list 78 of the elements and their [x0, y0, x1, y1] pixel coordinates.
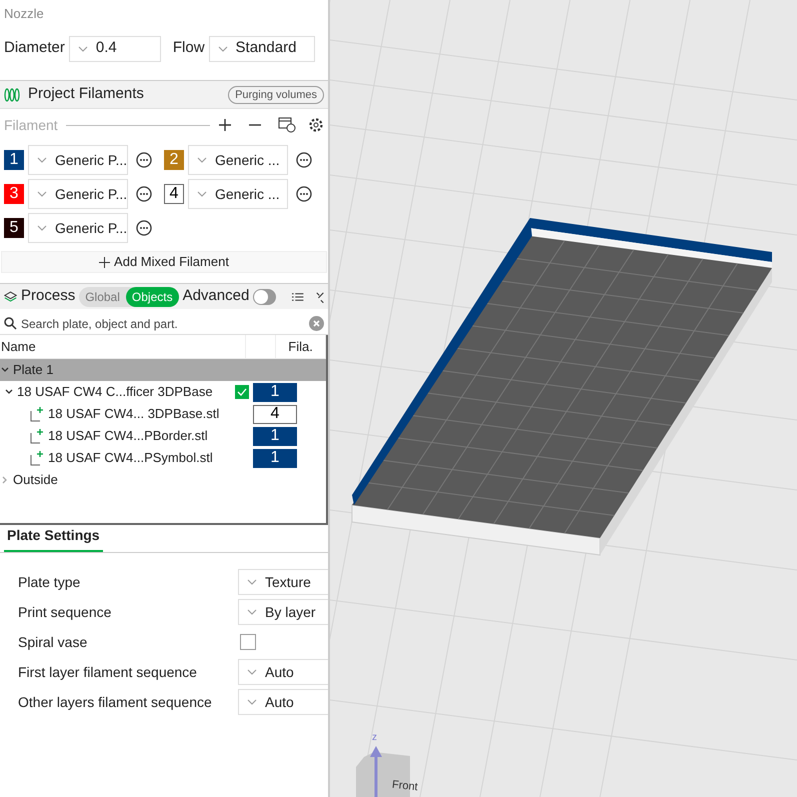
filament-preset-select[interactable]: Generic ... — [188, 145, 288, 175]
filament-swatch[interactable]: 1 — [253, 426, 297, 446]
chevron-down-icon — [247, 699, 257, 705]
field-label: Diameter — [4, 38, 65, 58]
more-icon[interactable] — [296, 186, 312, 202]
caret-icon[interactable] — [1, 366, 9, 374]
filament-swatch[interactable]: 1 — [253, 382, 297, 402]
filament-swatch[interactable]: 1 — [4, 150, 24, 170]
settings-icon[interactable] — [308, 117, 324, 133]
setting-checkbox[interactable] — [240, 634, 256, 650]
filament-preset-select[interactable]: Generic P... — [28, 179, 128, 209]
filament-swatch[interactable]: 2 — [164, 150, 184, 170]
clear-icon[interactable] — [309, 316, 324, 331]
filament-preset-select[interactable]: Generic P... — [28, 213, 128, 243]
more-icon[interactable] — [136, 220, 152, 236]
filament-swatch[interactable]: 1 — [253, 448, 297, 468]
list-icon[interactable] — [292, 290, 304, 302]
filament-preset-select[interactable]: Generic ... — [188, 179, 288, 209]
chevron-down-icon — [247, 669, 257, 675]
tree-item-label[interactable]: 18 USAF CW4...PSymbol.stl — [48, 448, 213, 468]
setting-select[interactable]: Auto — [238, 689, 328, 715]
search-field[interactable]: Search plate, object and part. — [21, 314, 305, 332]
purging-volumes-button[interactable]: Purging volumes — [228, 86, 324, 104]
tree-row[interactable]: Outside — [0, 469, 326, 491]
column-header[interactable]: Fila. — [276, 335, 326, 358]
tree-item-label[interactable]: 18 USAF CW4 C...fficer 3DPBase — [17, 382, 213, 402]
visibility-checkbox[interactable] — [234, 385, 248, 399]
layers-icon — [4, 290, 18, 304]
add-mixed-filament-button[interactable]: Add Mixed Filament — [1, 251, 327, 273]
caret-icon[interactable] — [5, 388, 13, 396]
chevron-down-icon — [37, 157, 47, 163]
filament-swatch[interactable]: 4 — [164, 184, 184, 204]
search-icon — [4, 317, 17, 330]
cube-face-label: Front — [391, 778, 418, 796]
part-icon — [30, 406, 44, 422]
advanced-switch[interactable] — [253, 288, 276, 304]
setting-select[interactable]: Texture — [238, 569, 328, 595]
chevron-down-icon — [78, 46, 88, 52]
column-header[interactable]: Name — [0, 335, 246, 358]
section-title: Project Filaments — [28, 84, 144, 104]
setting-select[interactable]: By layer — [238, 599, 328, 625]
filament-swatch[interactable]: 3 — [4, 184, 24, 204]
section-title: Process — [21, 286, 76, 306]
field-label: Flow — [172, 38, 205, 58]
setting-select[interactable]: Auto — [238, 659, 328, 685]
filament-preset-select[interactable]: Generic P... — [28, 145, 128, 175]
plus-icon[interactable] — [218, 118, 232, 132]
setting-label: Plate type — [18, 573, 82, 591]
filament-swatch[interactable]: 4 — [253, 404, 297, 424]
flow-select[interactable]: Standard — [208, 36, 315, 62]
more-icon[interactable] — [136, 186, 152, 202]
setting-label: Print sequence — [18, 603, 112, 621]
section-label: Filament — [4, 116, 58, 134]
tree-item-label[interactable]: 18 USAF CW4... 3DPBase.stl — [48, 404, 220, 424]
setting-label: Spiral vase — [18, 633, 88, 651]
chevron-down-icon — [247, 579, 257, 585]
filament-swatch[interactable]: 5 — [4, 218, 24, 238]
chevron-down-icon — [197, 191, 207, 197]
tree-item-label[interactable]: 18 USAF CW4...PBorder.stl — [48, 426, 208, 446]
tree-row[interactable]: Plate 1 — [0, 359, 326, 381]
chevron-down-icon — [37, 191, 47, 197]
plus-icon — [99, 256, 110, 268]
advanced-label: Advanced — [182, 286, 250, 306]
chevron-down-icon — [247, 609, 257, 615]
plate-settings-tab[interactable]: Plate Settings — [4, 525, 103, 552]
part-icon — [30, 450, 44, 466]
chevron-down-icon — [218, 46, 228, 52]
section-title: Nozzle — [4, 5, 45, 23]
part-icon — [30, 428, 44, 444]
setting-label: Other layers filament sequence — [18, 693, 213, 711]
setting-label: First layer filament sequence — [18, 663, 198, 681]
spools-icon — [4, 88, 20, 102]
chevron-down-icon — [37, 225, 47, 231]
more-icon[interactable] — [136, 152, 152, 168]
diameter-select[interactable]: 0.4 — [68, 36, 161, 62]
axis-label: z — [372, 731, 377, 745]
more-icon[interactable] — [296, 152, 312, 168]
chevron-down-icon — [197, 157, 207, 163]
